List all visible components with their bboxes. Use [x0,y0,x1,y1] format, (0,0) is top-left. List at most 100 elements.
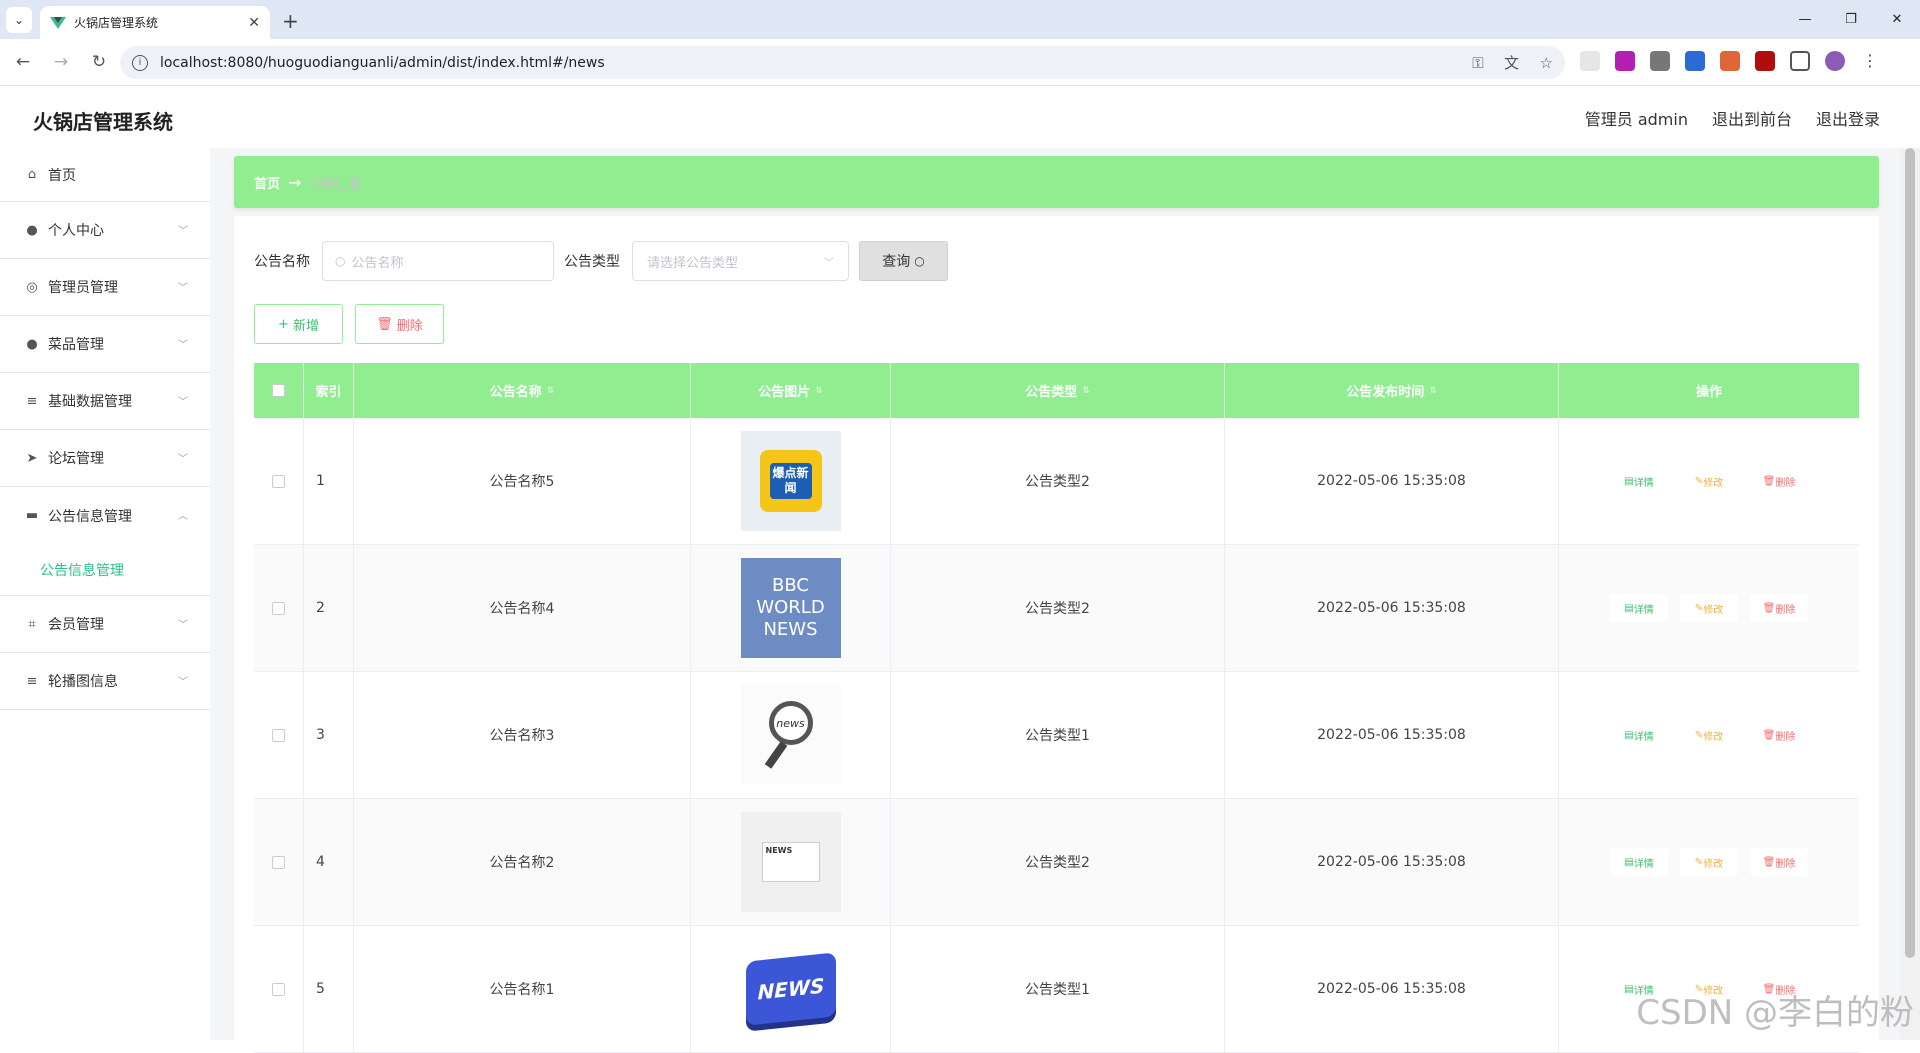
page-scrollbar[interactable] [1900,148,1920,1040]
edit-icon: ✎ [1695,603,1703,614]
chevron-down-icon: ﹀ [178,450,188,465]
edit-button[interactable]: ✎ 修改 [1680,467,1738,495]
extension-icon[interactable] [1580,51,1600,71]
minimize-icon[interactable]: — [1782,0,1828,39]
tab-list-button[interactable]: ⌄ [6,7,32,33]
trash-icon: 🗑 [1763,857,1776,868]
notice-type-select[interactable]: 请选择公告类型 ﹀ [632,241,849,281]
table-row: 3 公告名称3 news 公告类型1 2022-05-06 15:35:08 [254,672,1859,799]
detail-button[interactable]: ▤ 详情 [1610,467,1668,495]
chevron-down-icon: ﹀ [178,336,188,351]
delete-button[interactable]: 🗑 删除 [1750,594,1808,622]
detail-button[interactable]: ▤ 详情 [1610,594,1668,622]
breadcrumb-current: 公告信息 [309,173,361,192]
delete-button-label: 删除 [397,315,423,334]
detail-button[interactable]: ▤ 详情 [1610,721,1668,749]
logout-link[interactable]: 退出登录 [1816,106,1880,130]
extension-icon[interactable] [1685,51,1705,71]
sidebar-item-forum[interactable]: ➤ 论坛管理 ﹀ [0,430,210,487]
site-info-icon[interactable]: i [132,55,148,71]
back-icon[interactable]: ← [8,47,38,77]
breadcrumb-home[interactable]: 首页 [254,173,280,192]
row-checkbox[interactable] [272,983,285,996]
row-time: 2022-05-06 15:35:08 [1225,799,1559,925]
restore-icon[interactable]: ❐ [1828,0,1874,39]
select-all-checkbox[interactable] [272,384,285,397]
notice-thumbnail[interactable]: NEWS [741,939,841,1039]
edit-button[interactable]: ✎ 修改 [1680,848,1738,876]
header-name[interactable]: 公告名称⇅ [354,363,691,418]
send-icon: ➤ [24,451,40,466]
sidebar-item-basic-data[interactable]: ≡ 基础数据管理 ﹀ [0,373,210,430]
sidebar-item-carousel[interactable]: ≡ 轮播图信息 ﹀ [0,653,210,710]
translate-icon[interactable]: 文 [1504,54,1519,72]
row-checkbox[interactable] [272,602,285,615]
close-window-icon[interactable]: ✕ [1874,0,1920,39]
header-type[interactable]: 公告类型⇅ [891,363,1225,418]
back-to-front-link[interactable]: 退出到前台 [1712,106,1792,130]
forward-icon[interactable]: → [46,47,76,77]
document-icon: ▤ [1624,603,1633,614]
sidebar-item-admin-manage[interactable]: ◎ 管理员管理 ﹀ [0,259,210,316]
row-checkbox[interactable] [272,856,285,869]
notice-thumbnail[interactable]: 爆点新闻 [741,431,841,531]
edit-label: 修改 [1703,474,1723,489]
detail-button[interactable]: ▤ 详情 [1610,848,1668,876]
notice-thumbnail[interactable]: BBC WORLD NEWS [741,558,841,658]
sidebar: ⌂ 首页 ● 个人中心 ﹀ ◎ 管理员管理 ﹀ ● 菜品管理 ﹀ ≡ 基础数据管… [0,148,210,1040]
extension-icon[interactable] [1755,51,1775,71]
sidebar-item-notice[interactable]: ▬ 公告信息管理 ︿ [0,487,210,544]
browser-tab[interactable]: 火锅店管理系统 ✕ [40,6,270,39]
edit-button[interactable]: ✎ 修改 [1680,721,1738,749]
row-checkbox[interactable] [272,475,285,488]
sort-icon[interactable]: ⇅ [1429,386,1437,396]
notice-thumbnail[interactable]: news [741,685,841,785]
sidebar-item-dish-manage[interactable]: ● 菜品管理 ﹀ [0,316,210,373]
more-menu-icon[interactable]: ⋮ [1860,51,1880,71]
document-icon: ▤ [1624,984,1633,995]
reload-icon[interactable]: ↻ [84,47,114,77]
sort-icon[interactable]: ⇅ [815,386,823,396]
delete-button[interactable]: 🗑 删除 [1750,848,1808,876]
extension-icon[interactable] [1650,51,1670,71]
sort-icon[interactable]: ⇅ [547,386,555,396]
sidebar-item-label: 公告信息管理 [48,506,132,526]
search-icon: ○ [335,254,345,268]
address-bar[interactable]: i localhost:8080/huoguodianguanli/admin/… [120,46,1565,79]
bookmark-star-icon[interactable]: ☆ [1540,54,1553,72]
select-all-cell [254,363,304,418]
sidebar-item-member[interactable]: ⌗ 会员管理 ﹀ [0,596,210,653]
header-image[interactable]: 公告图片⇅ [691,363,891,418]
notice-thumbnail[interactable]: NEWS [741,812,841,912]
sidebar-item-home[interactable]: ⌂ 首页 [0,148,210,202]
header-time[interactable]: 公告发布时间⇅ [1225,363,1559,418]
key-icon[interactable]: ⚿ [1472,54,1483,72]
tab-close-icon[interactable]: ✕ [248,15,260,31]
chevron-up-icon: ︿ [178,507,188,522]
puzzle-icon[interactable] [1790,51,1810,71]
row-type: 公告类型2 [891,799,1225,925]
batch-delete-button[interactable]: 🗑 删除 [355,304,444,344]
row-select-cell [254,672,304,798]
delete-button[interactable]: 🗑 删除 [1750,721,1808,749]
sidebar-item-personal-center[interactable]: ● 个人中心 ﹀ [0,202,210,259]
add-button[interactable]: + 新增 [254,304,343,344]
delete-button[interactable]: 🗑 删除 [1750,467,1808,495]
sidebar-subitem-notice-manage[interactable]: 公告信息管理 [0,544,210,596]
document-icon: ▤ [1624,476,1633,487]
row-checkbox[interactable] [272,729,285,742]
extension-icon[interactable] [1615,51,1635,71]
sort-icon[interactable]: ⇅ [1082,386,1090,396]
extension-icon[interactable] [1720,51,1740,71]
briefcase-icon: ▬ [24,508,40,523]
row-select-cell [254,799,304,925]
avatar[interactable] [1825,51,1845,71]
edit-button[interactable]: ✎ 修改 [1680,594,1738,622]
scrollbar-thumb[interactable] [1905,148,1915,958]
sidebar-item-label: 管理员管理 [48,277,118,297]
notice-name-input[interactable]: ○ 公告名称 [322,241,554,281]
edit-label: 修改 [1703,855,1723,870]
document-icon: ▤ [1624,730,1633,741]
query-button[interactable]: 查询 ○ [859,241,948,281]
new-tab-icon[interactable]: + [282,9,299,33]
